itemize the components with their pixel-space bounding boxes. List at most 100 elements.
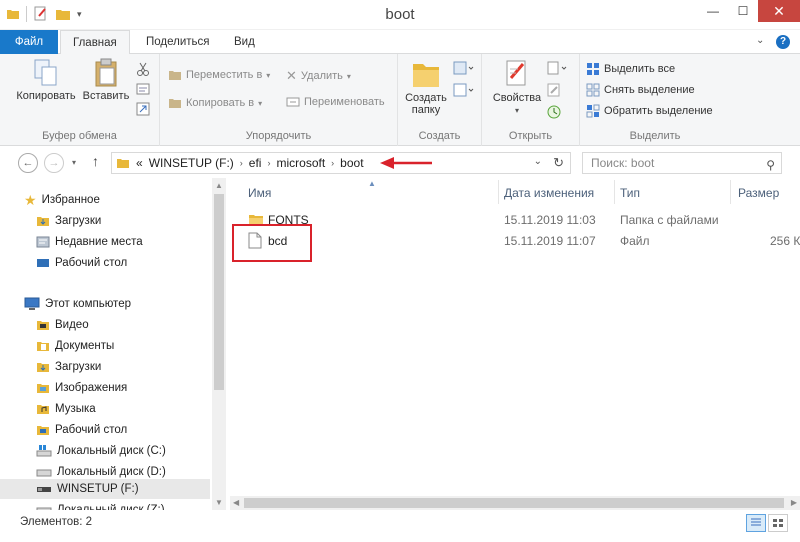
cut-icon[interactable] <box>136 62 150 76</box>
nav-downloads-favorite[interactable]: Загрузки <box>36 211 101 231</box>
address-bar[interactable]: « WINSETUP (F:) › efi › microsoft › boot… <box>111 152 571 174</box>
paste-button[interactable]: Вставить <box>80 58 132 102</box>
forward-arrow-icon: → <box>48 157 60 169</box>
rename-icon <box>286 97 300 107</box>
nav-desktop-favorite[interactable]: Рабочий стол <box>36 253 127 273</box>
easy-access-icon[interactable] <box>452 82 474 98</box>
chevron-right-icon[interactable]: › <box>240 158 243 168</box>
delete-label: Удалить <box>300 70 343 82</box>
details-view-button[interactable] <box>746 514 766 532</box>
select-all-button[interactable]: Выделить все <box>586 62 675 76</box>
search-input[interactable]: Поиск: boot ⚲ <box>582 152 782 174</box>
scroll-down-icon[interactable]: ▼ <box>215 498 223 507</box>
select-all-label: Выделить все <box>604 63 676 75</box>
usb-drive-icon <box>37 487 51 492</box>
expand-ribbon-icon[interactable]: ⌄ <box>756 35 764 46</box>
invert-selection-button[interactable]: Обратить выделение <box>586 104 713 118</box>
copy-button[interactable]: Копировать <box>14 58 78 102</box>
refresh-icon[interactable]: ↻ <box>553 155 564 171</box>
large-icons-view-button[interactable] <box>768 514 788 532</box>
breadcrumb-efi[interactable]: efi <box>249 156 262 170</box>
help-icon[interactable]: ? <box>776 35 790 49</box>
close-button[interactable]: ✕ <box>758 0 800 22</box>
scroll-thumb[interactable] <box>244 498 784 508</box>
column-header-name[interactable]: Имя <box>248 186 271 200</box>
nav-winsetup-drive[interactable]: WINSETUP (F:) <box>0 479 210 499</box>
delete-button[interactable]: ✕ Удалить ▾ <box>286 68 351 84</box>
rename-button[interactable]: Переименовать <box>286 96 385 108</box>
chevron-right-icon[interactable]: › <box>331 158 334 168</box>
nav-item-label: Локальный диск (Z:) <box>57 504 165 510</box>
new-folder-label-2: папку <box>411 104 441 116</box>
copy-icon <box>34 59 57 86</box>
tab-view[interactable]: Вид <box>222 30 267 54</box>
computer-icon <box>24 297 40 310</box>
file-row-fonts[interactable]: FONTS 15.11.2019 11:03 Папка с файлами <box>230 210 800 230</box>
breadcrumb-overflow[interactable]: « <box>136 156 143 170</box>
recent-locations-icon[interactable]: ▾ <box>72 158 76 167</box>
nav-recent-places[interactable]: Недавние места <box>36 232 143 252</box>
move-to-button[interactable]: Переместить в ▾ <box>168 68 270 82</box>
history-icon[interactable] <box>546 104 562 120</box>
nav-videos[interactable]: Видео <box>36 315 89 335</box>
breadcrumb-boot[interactable]: boot <box>340 156 363 170</box>
maximize-button[interactable]: ☐ <box>728 0 758 22</box>
select-none-button[interactable]: Снять выделение <box>586 83 695 97</box>
nav-item-label: Недавние места <box>55 236 143 248</box>
file-list: ▲ Имя Дата изменения Тип Размер FONTS 15… <box>230 178 800 510</box>
edit-icon[interactable] <box>546 82 562 98</box>
breadcrumb-microsoft[interactable]: microsoft <box>276 156 325 170</box>
column-header-date[interactable]: Дата изменения <box>504 186 594 200</box>
column-divider[interactable] <box>498 180 499 204</box>
forward-button[interactable]: → <box>44 153 64 173</box>
horizontal-scrollbar[interactable]: ◀ ▶ <box>230 496 800 510</box>
column-divider[interactable] <box>730 180 731 204</box>
new-group: Создать папку Создать <box>398 54 482 146</box>
paste-shortcut-icon[interactable] <box>136 102 150 116</box>
column-divider[interactable] <box>614 180 615 204</box>
nav-pictures[interactable]: Изображения <box>36 378 127 398</box>
file-type: Файл <box>620 234 650 248</box>
column-header-size[interactable]: Размер <box>738 186 779 200</box>
nav-scrollbar[interactable]: ▲ ▼ <box>212 178 226 510</box>
scroll-thumb[interactable] <box>214 194 224 390</box>
ribbon-tabs: Файл Главная Поделиться Вид ⌄ ? <box>0 30 800 55</box>
open-icon[interactable] <box>546 60 568 76</box>
back-button[interactable]: ← <box>18 153 38 173</box>
select-all-icon <box>587 63 599 75</box>
address-dropdown-icon[interactable]: ⌄ <box>534 156 542 167</box>
nav-documents[interactable]: Документы <box>36 336 114 356</box>
chevron-right-icon[interactable]: › <box>267 158 270 168</box>
copy-path-icon[interactable] <box>136 82 150 96</box>
nav-item-label: WINSETUP (F:) <box>57 483 139 495</box>
new-item-icon[interactable] <box>452 60 474 76</box>
nav-favorites[interactable]: ★ Избранное <box>24 190 100 210</box>
title-bar: ▾ boot — ☐ ✕ <box>0 0 800 30</box>
paste-icon <box>95 58 117 87</box>
scroll-up-icon[interactable]: ▲ <box>215 181 223 190</box>
up-button[interactable]: ↑ <box>92 153 99 169</box>
file-row-bcd[interactable]: bcd 15.11.2019 11:07 Файл 256 К <box>230 231 800 251</box>
nav-desktop[interactable]: Рабочий стол <box>36 420 127 440</box>
back-arrow-icon: ← <box>22 157 34 169</box>
scroll-left-icon[interactable]: ◀ <box>233 498 239 507</box>
new-folder-button[interactable]: Создать папку <box>402 58 450 116</box>
tab-share[interactable]: Поделиться <box>134 30 222 54</box>
tab-home[interactable]: Главная <box>60 30 130 55</box>
delete-icon: ✕ <box>286 68 297 83</box>
search-icon[interactable]: ⚲ <box>766 155 775 175</box>
scroll-right-icon[interactable]: ▶ <box>791 498 797 507</box>
nav-favorites-label: Избранное <box>41 194 100 206</box>
breadcrumb-drive[interactable]: WINSETUP (F:) <box>149 156 234 170</box>
minimize-button[interactable]: — <box>698 0 728 22</box>
music-icon <box>37 405 49 414</box>
column-header-type[interactable]: Тип <box>620 186 640 200</box>
tab-file[interactable]: Файл <box>0 30 58 54</box>
nav-local-disk-c[interactable]: Локальный диск (C:) <box>36 441 166 461</box>
nav-music[interactable]: Музыка <box>36 399 96 419</box>
nav-local-disk-z[interactable]: Локальный диск (Z:) <box>36 500 165 510</box>
copy-to-button[interactable]: Копировать в ▾ <box>168 96 262 110</box>
nav-downloads[interactable]: Загрузки <box>36 357 101 377</box>
properties-button[interactable]: Свойства ▾ <box>488 58 546 116</box>
nav-this-pc[interactable]: Этот компьютер <box>24 294 131 314</box>
